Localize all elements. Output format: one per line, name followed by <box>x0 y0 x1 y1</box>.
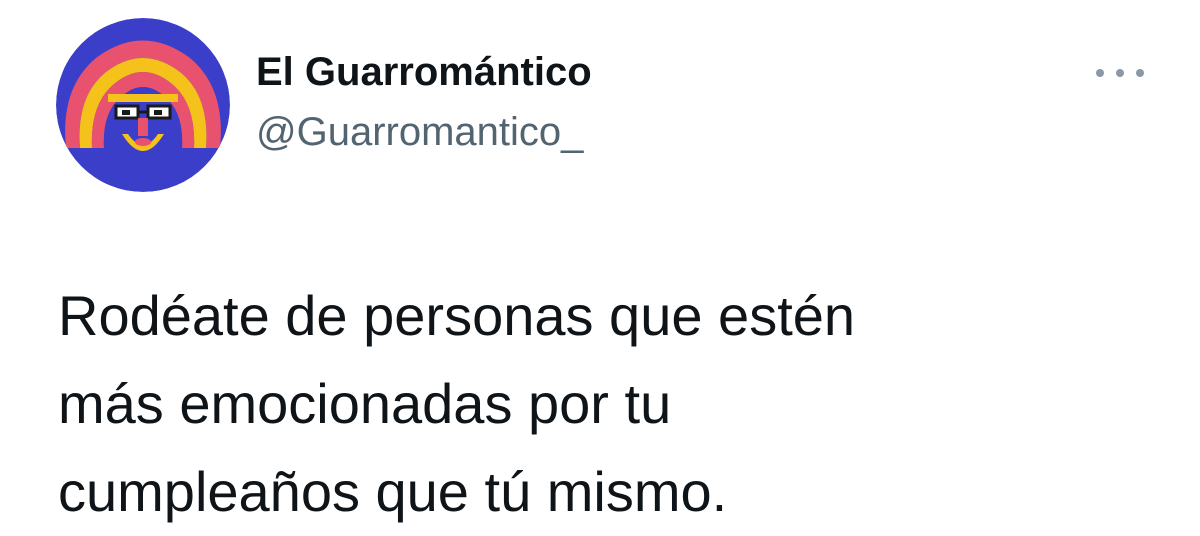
tweet-text-line: cumpleaños que tú mismo. <box>58 460 728 523</box>
dot-icon <box>1116 69 1124 77</box>
tweet-text-line: más emocionadas por tu <box>58 372 672 435</box>
avatar[interactable] <box>56 18 230 192</box>
tweet-text-line: Rodéate de personas que estén <box>58 284 856 347</box>
dot-icon <box>1136 69 1144 77</box>
tweet-card: El Guarromántico @Guarromantico_ Rodéate… <box>0 0 1200 524</box>
author-display-name[interactable]: El Guarromántico <box>256 50 592 95</box>
author-handle[interactable]: @Guarromantico_ <box>256 110 583 155</box>
dot-icon <box>1096 69 1104 77</box>
tweet-text: Rodéate de personas que estén más emocio… <box>58 272 1158 536</box>
illustrated-bearded-face-icon <box>56 18 230 192</box>
more-options-icon[interactable] <box>1096 58 1144 88</box>
